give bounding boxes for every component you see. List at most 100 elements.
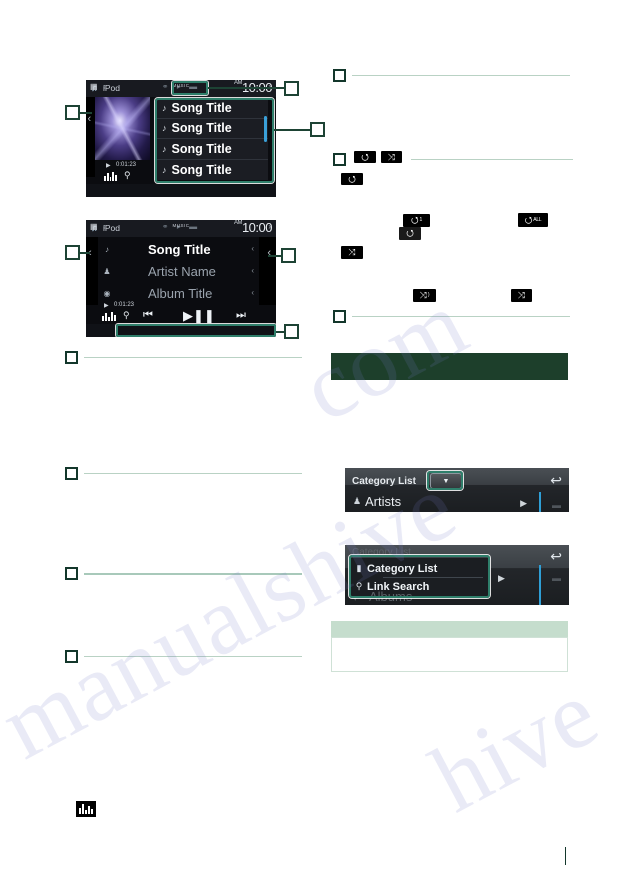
screen2-previous-button[interactable]: ⏮ [143,309,153,322]
callout-marker [65,245,80,260]
screen2-row-album-arrow[interactable]: ‹ [251,288,254,297]
section-rule [84,473,302,474]
callout-leader [274,129,310,131]
shuffle-icon-badge: ⤨ [341,246,363,259]
music-note-icon: ♪ [162,123,167,134]
repeat-one-icon-badge: ⭯ 1 [403,214,430,227]
screen1-equalizer-icon[interactable] [104,170,117,181]
callout-leader [80,112,92,114]
screen1-search-icon[interactable]: ⚲ [124,170,131,181]
list-item[interactable]: ♪ Song Title [156,139,268,160]
callout-marker [281,248,296,263]
shuffle-icon-badge: ⤨ [381,151,402,163]
category-panel-scrollbar[interactable] [539,492,541,512]
section-rule [84,656,302,657]
section-rule [411,159,573,160]
repeat-icon: ⭯ [348,173,356,184]
screen2-bottom-right-arrow[interactable]: › [268,222,271,231]
menu-panel-ghost-chevron: ▾ [353,593,358,603]
ipod-screen-player-view[interactable]: ♫ iPod ⚭ ▸ ▬ AM10:00 ‹ ‹ ♪ Song Title ♟ … [86,220,276,337]
screen1-elapsed-time: 0:01:23 [116,162,137,168]
screen2-row-album: ◉ Album Title [102,286,262,301]
category-dropdown-button[interactable]: ▼ [430,473,462,489]
screen2-search-icon[interactable]: ⚲ [123,310,130,321]
folder-icon: ▮ [356,563,362,573]
list-item[interactable]: ♪ Song Title [156,98,268,119]
section-rule [352,316,570,317]
section-marker [65,650,305,663]
callout-leader [208,87,284,89]
screen2-equalizer-icon[interactable] [102,310,116,321]
screen2-row-song: ♪ Song Title [102,242,262,257]
screen1-song-list[interactable]: ♪ Song Title ♪ Song Title ♪ Song Title ♪… [156,98,268,180]
screen2-row-artist-arrow[interactable]: ‹ [251,266,254,275]
screen1-left-arrow-icon[interactable]: ‹ [88,114,92,125]
search-icon: ⚲ [355,581,363,591]
callout-marker [284,324,299,339]
section-number [65,467,78,480]
menu-panel-scrollbar[interactable] [539,565,541,605]
music-note-icon: ♪ [162,102,167,113]
section-marker [65,467,305,480]
repeat-icon: ⭯ [524,214,533,225]
play-triangle-icon[interactable]: ▶ [520,498,527,509]
repeat-icon: ⭯ [410,215,419,225]
artist-icon: ♟ [103,267,111,276]
chevron-down-icon: ▼ [442,477,450,485]
section-marker [333,310,573,323]
section-number [65,650,78,663]
repeat-icon-badge: ⭯ [354,151,376,163]
screen2-right-arrow-icon[interactable]: ‹ [267,248,271,259]
category-list-panel[interactable]: Category List ▼ ↩ ♟ Artists ▶ ▬ [345,468,569,512]
shuffle-song-sub-label: ) [427,292,430,298]
song-title: Song Title [171,121,232,136]
music-note-icon: ♪ [162,164,167,175]
menu-item-label: Category List [367,562,438,575]
music-note-icon: ♪ [105,245,109,254]
shuffle-icon: ⤨ [419,290,427,300]
back-arrow-icon[interactable]: ↩ [550,549,562,563]
screen1-play-indicator: ▶ [106,163,111,169]
section-marker [65,567,305,580]
section-number [333,69,346,82]
menu-panel-corner-icon: ▬ [552,573,561,583]
ipod-screen-list-view[interactable]: ♫ iPod ⚭ ▸ ▬ AM10:00 ‹ ▶ 0:01:23 ⚲ ♪ Son… [86,80,276,197]
screen2-next-button[interactable]: ⏭ [236,309,246,322]
back-arrow-icon[interactable]: ↩ [550,473,562,487]
shuffle-icon: ⤨ [517,290,526,300]
category-list-title: Category List [352,476,416,487]
screen2-row-song-arrow[interactable]: ‹ [251,244,254,253]
callout-leader [80,252,90,254]
section-rule [84,572,302,575]
repeat-all-sub-label: ALL [533,216,542,223]
note-box-body [331,637,568,672]
album-title: Album Title [148,286,213,301]
category-panel-corner-icon: ▬ [552,500,561,510]
menu-panel-ghost-row: Albums [369,589,413,604]
shuffle-icon: ⤨ [387,151,396,162]
screen2-play-indicator: ▶ [104,303,109,309]
screen1-left-panel-handle[interactable] [86,97,95,177]
repeat-all-icon-badge: ⭯ ALL [518,213,548,227]
section-rule [352,75,570,76]
callout-leader [276,331,284,333]
screen1-list-scrollbar[interactable] [264,116,267,142]
callout-leader [268,255,281,257]
repeat-icon-badge: ⭯ [341,173,363,185]
play-triangle-icon[interactable]: ▶ [498,573,505,584]
menu-item-category-list[interactable]: ▮ Category List [351,560,488,577]
list-item[interactable]: ♪ Song Title [156,160,268,181]
screen2-play-pause-button[interactable]: ▶❚❚ [183,308,215,324]
callout-marker [310,122,325,137]
music-note-icon: ♪ [162,143,167,154]
link-search-menu-panel[interactable]: Category List ↩ ▮ Category List ⚲ Link S… [345,545,569,605]
repeat-icon: ⭯ [406,228,414,238]
screen1-bottom-bar [86,184,276,197]
list-item[interactable]: ♪ Song Title [156,119,268,139]
list-item-artists[interactable]: ♟ Artists [351,494,501,509]
song-title: Song Title [171,100,232,115]
song-title: Song Title [171,141,232,156]
chapter-heading-bar [331,353,568,380]
section-number [65,567,78,580]
song-title: Song Title [148,242,211,257]
